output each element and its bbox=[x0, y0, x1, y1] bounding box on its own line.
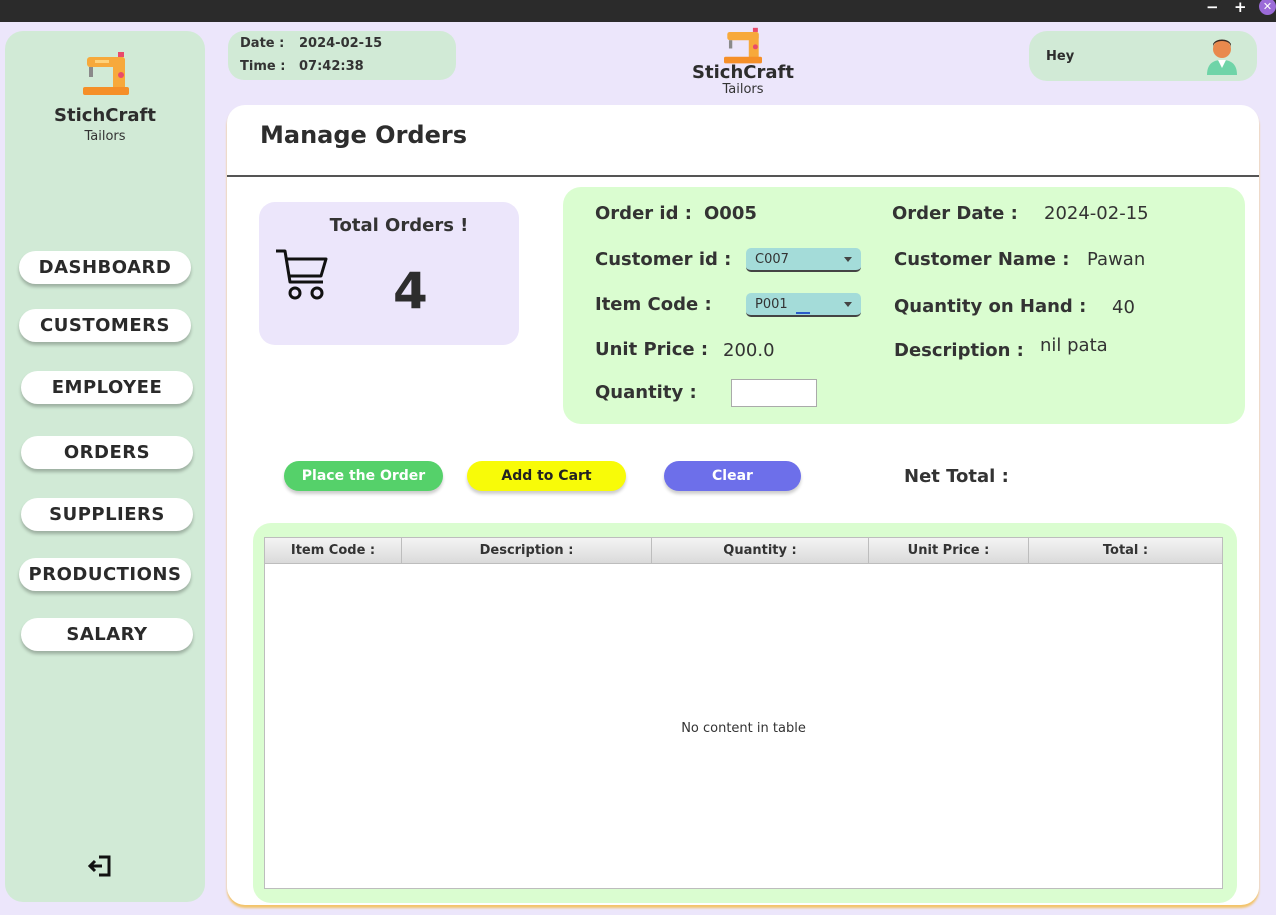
datetime-panel: Date : 2024-02-15 Time : 07:42:38 bbox=[228, 31, 456, 80]
total-orders-title: Total Orders ! bbox=[329, 215, 469, 236]
user-avatar-icon[interactable] bbox=[1204, 35, 1240, 75]
window-titlebar: − + ✕ bbox=[0, 0, 1276, 22]
order-date-label: Order Date : bbox=[892, 203, 1018, 224]
nav-dashboard[interactable]: DASHBOARD bbox=[19, 251, 191, 284]
customer-id-label: Customer id : bbox=[595, 249, 732, 270]
time-value: 07:42:38 bbox=[299, 59, 364, 74]
cart-table[interactable]: Item Code : Description : Quantity : Uni… bbox=[264, 537, 1223, 889]
nav-customers[interactable]: CUSTOMERS bbox=[19, 309, 191, 342]
unit-price-value: 200.0 bbox=[723, 340, 775, 361]
item-code-label: Item Code : bbox=[595, 294, 712, 315]
total-orders-card: Total Orders ! 4 bbox=[259, 202, 519, 345]
add-to-cart-button[interactable]: Add to Cart bbox=[467, 461, 626, 491]
order-id-value: O005 bbox=[704, 203, 757, 224]
quantity-on-hand-label: Quantity on Hand : bbox=[894, 296, 1087, 317]
header-brand-name: StichCraft bbox=[692, 62, 794, 83]
customer-id-select[interactable]: C007 bbox=[746, 248, 861, 272]
title-divider bbox=[227, 175, 1259, 177]
sewing-machine-icon bbox=[724, 27, 762, 64]
quantity-input[interactable] bbox=[731, 379, 817, 407]
total-orders-value: 4 bbox=[393, 262, 428, 320]
user-panel: Hey bbox=[1029, 31, 1257, 81]
order-date-value: 2024-02-15 bbox=[1044, 203, 1149, 224]
customer-id-value: C007 bbox=[755, 252, 789, 267]
sewing-machine-icon bbox=[83, 52, 129, 95]
description-value: nil pata bbox=[1040, 335, 1108, 356]
nav-salary[interactable]: SALARY bbox=[21, 618, 193, 651]
item-code-select[interactable]: P001 bbox=[746, 293, 861, 317]
main-content: Manage Orders Total Orders ! 4 Order id … bbox=[227, 105, 1259, 905]
minimize-button[interactable]: − bbox=[1206, 0, 1219, 15]
column-header-unit-price[interactable]: Unit Price : bbox=[869, 538, 1029, 564]
table-empty-message: No content in table bbox=[681, 721, 806, 736]
quantity-on-hand-value: 40 bbox=[1112, 297, 1135, 318]
order-form: Order id : O005 Order Date : 2024-02-15 … bbox=[563, 187, 1245, 424]
description-label: Description : bbox=[894, 340, 1024, 361]
item-code-value: P001 bbox=[755, 297, 788, 312]
date-value: 2024-02-15 bbox=[299, 36, 383, 51]
shopping-cart-icon bbox=[276, 249, 328, 300]
sidebar: StichCraft Tailors DASHBOARD CUSTOMERS E… bbox=[5, 31, 205, 902]
close-button[interactable]: ✕ bbox=[1259, 0, 1276, 15]
user-greeting: Hey bbox=[1046, 49, 1075, 64]
chevron-down-icon bbox=[844, 302, 852, 307]
nav-orders[interactable]: ORDERS bbox=[21, 436, 193, 469]
customer-name-label: Customer Name : bbox=[894, 249, 1070, 270]
brand-subtitle: Tailors bbox=[84, 129, 126, 144]
time-label: Time : bbox=[240, 59, 286, 74]
column-header-quantity[interactable]: Quantity : bbox=[652, 538, 869, 564]
column-header-item-code[interactable]: Item Code : bbox=[265, 538, 402, 564]
logout-icon[interactable] bbox=[87, 853, 113, 879]
net-total-label: Net Total : bbox=[904, 466, 1009, 487]
date-label: Date : bbox=[240, 36, 285, 51]
header-brand-subtitle: Tailors bbox=[722, 82, 764, 97]
unit-price-label: Unit Price : bbox=[595, 339, 709, 360]
focus-indicator bbox=[796, 312, 810, 314]
customer-name-value: Pawan bbox=[1087, 249, 1146, 270]
chevron-down-icon bbox=[844, 257, 852, 262]
brand-name: StichCraft bbox=[54, 105, 156, 126]
nav-employee[interactable]: EMPLOYEE bbox=[21, 371, 193, 404]
table-header: Item Code : Description : Quantity : Uni… bbox=[265, 538, 1222, 564]
page-title: Manage Orders bbox=[260, 121, 467, 149]
cart-table-panel: Item Code : Description : Quantity : Uni… bbox=[253, 523, 1237, 903]
column-header-total[interactable]: Total : bbox=[1029, 538, 1222, 564]
place-order-button[interactable]: Place the Order bbox=[284, 461, 443, 491]
maximize-button[interactable]: + bbox=[1234, 0, 1247, 15]
nav-productions[interactable]: PRODUCTIONS bbox=[19, 558, 191, 591]
nav-suppliers[interactable]: SUPPLIERS bbox=[21, 498, 193, 531]
order-id-label: Order id : bbox=[595, 203, 692, 224]
clear-button[interactable]: Clear bbox=[664, 461, 801, 491]
quantity-label: Quantity : bbox=[595, 382, 697, 403]
column-header-description[interactable]: Description : bbox=[402, 538, 652, 564]
